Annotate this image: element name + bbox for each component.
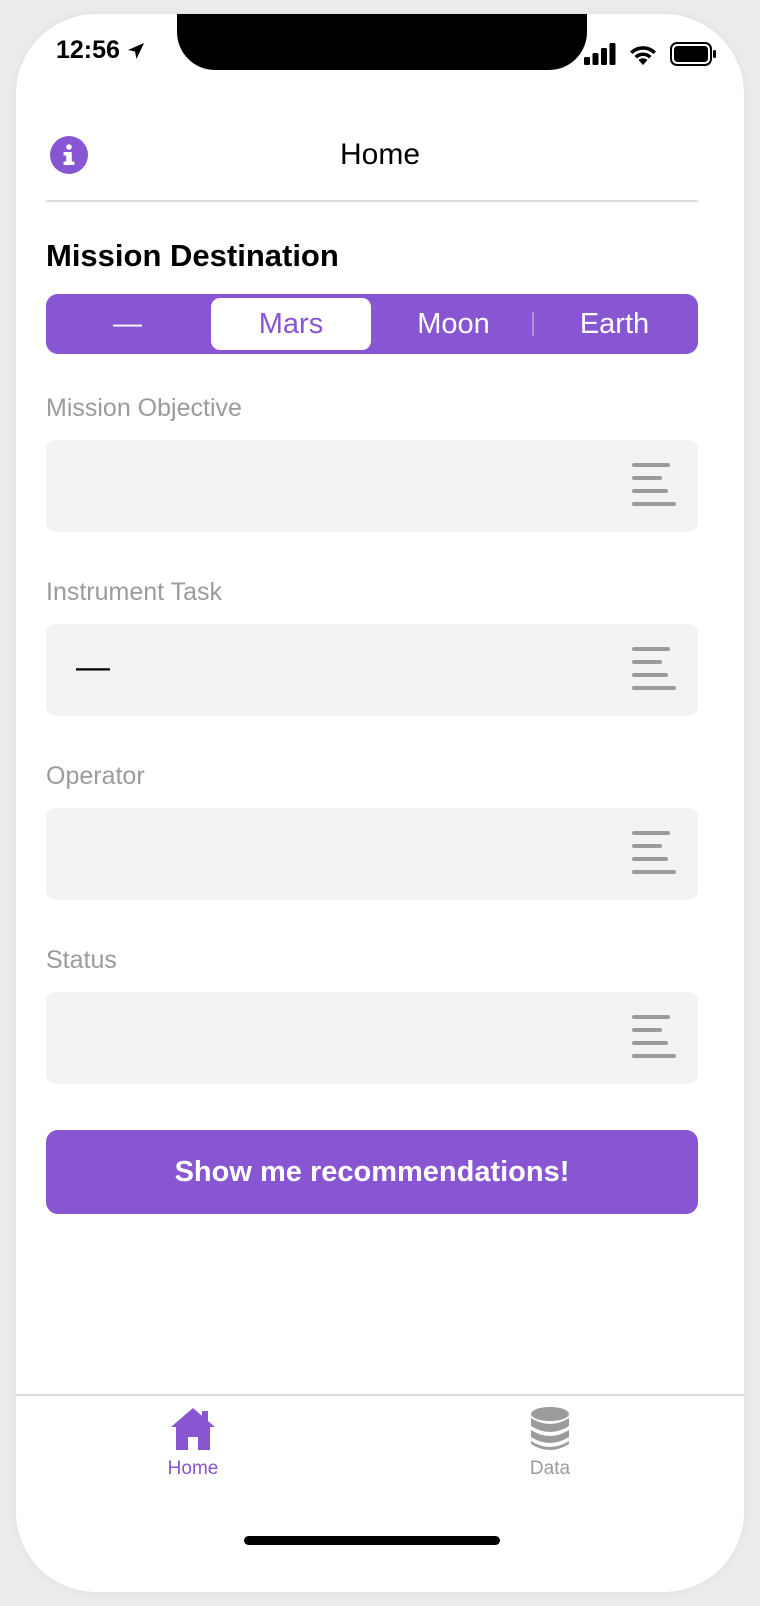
segment-mars[interactable]: Mars [211,298,371,350]
location-arrow-icon [127,42,144,59]
field-label-status: Status [46,946,117,974]
objective-select[interactable] [46,440,698,532]
task-value: — [76,648,110,686]
battery-icon [670,42,716,66]
signal-icon [584,43,616,65]
database-icon [531,1407,569,1450]
tab-home-label: Home [167,1458,219,1479]
segment-none[interactable]: — [46,294,209,354]
list-icon [632,831,676,874]
tab-data-label: Data [529,1458,571,1479]
header-divider [46,200,698,202]
tab-data[interactable]: Data [490,1406,610,1486]
status-time-label: 12:56 [56,36,120,64]
segment-earth[interactable]: Earth [533,294,696,354]
wifi-icon [630,46,656,65]
status-icons [584,42,716,66]
show-recommendations-button[interactable]: Show me recommendations! [46,1130,698,1214]
segment-moon[interactable]: Moon [372,294,535,354]
home-indicator[interactable] [244,1536,500,1545]
list-icon [632,463,676,506]
page-title: Home [339,138,421,171]
field-label-objective: Mission Objective [46,394,242,422]
section-title-destination: Mission Destination [46,238,339,273]
tabbar-divider [16,1394,744,1396]
task-select[interactable]: — [46,624,698,716]
list-icon [632,1015,676,1058]
status-select[interactable] [46,992,698,1084]
app-header: Home [16,114,744,198]
house-icon [171,1408,215,1450]
operator-select[interactable] [46,808,698,900]
tab-home[interactable]: Home [133,1406,253,1486]
destination-segmented-control: — Mars Moon Earth [46,294,698,354]
list-icon [632,647,676,690]
phone-screen: 12:56 Home Mission Destination — Mars Mo… [16,14,744,1592]
status-time: 12:56 [56,36,146,65]
field-label-task: Instrument Task [46,578,223,606]
device-notch [177,14,587,70]
field-label-operator: Operator [46,762,145,790]
